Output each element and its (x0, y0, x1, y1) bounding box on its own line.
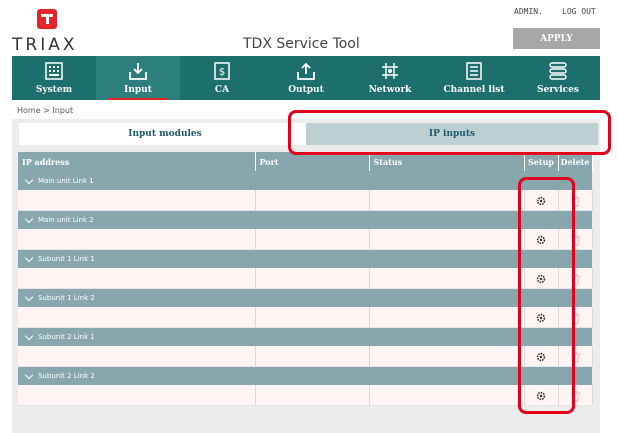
nav-item-ca[interactable]: $ CA (180, 56, 264, 100)
group-row[interactable]: Subunit 1 Link 2 (18, 288, 592, 307)
system-icon (45, 62, 63, 80)
nav-item-services[interactable]: Services (516, 56, 600, 100)
trash-icon[interactable] (570, 312, 581, 324)
gear-icon[interactable] (535, 273, 547, 285)
column-ip-address: IP address (18, 152, 256, 171)
column-status: Status (369, 152, 525, 171)
nav-label-ca: CA (214, 85, 230, 95)
group-row[interactable]: Subunit 2 Link 2 (18, 366, 592, 385)
nav-item-network[interactable]: Network (348, 56, 432, 100)
table-row (18, 190, 593, 211)
nav-label-network: Network (368, 85, 412, 95)
column-setup: Setup (524, 152, 559, 171)
nav-label-channel-list: Channel list (443, 85, 505, 95)
breadcrumb: Home > Input (17, 106, 74, 115)
nav-item-channel-list[interactable]: Channel list (432, 56, 516, 100)
chevron-down-icon (24, 253, 34, 262)
group-row[interactable]: Main unit Link 2 (18, 210, 592, 229)
trash-icon[interactable] (570, 351, 581, 363)
ca-icon: $ (214, 62, 230, 80)
column-port: Port (255, 152, 370, 171)
services-icon (549, 62, 567, 80)
nav-item-system[interactable]: System (12, 56, 96, 100)
ip-inputs-table: IP address Port Status Setup Delete Main… (18, 152, 593, 406)
table-row (18, 307, 593, 328)
logo-text: TRIAX (12, 35, 78, 55)
group-label: Main unit Link 2 (38, 215, 94, 224)
group-label: Subunit 2 Link 2 (38, 371, 95, 380)
channel-list-icon (466, 62, 482, 80)
nav-label-input: Input (124, 85, 152, 95)
chevron-down-icon (24, 331, 34, 340)
nav-label-output: Output (288, 85, 324, 95)
tab-input-modules[interactable]: Input modules (19, 123, 311, 145)
gear-icon[interactable] (535, 312, 547, 324)
logout-link[interactable]: LOG OUT (562, 7, 596, 16)
apply-button[interactable]: APPLY (513, 28, 600, 49)
group-row[interactable]: Subunit 1 Link 1 (18, 249, 592, 268)
group-label: Subunit 1 Link 1 (38, 254, 95, 263)
column-delete: Delete (558, 152, 593, 171)
trash-icon[interactable] (570, 390, 581, 402)
group-label: Main unit Link 1 (38, 176, 94, 185)
input-icon (129, 63, 147, 80)
main-nav: System Input $ CA Output Network Channel… (12, 56, 600, 100)
trash-icon[interactable] (570, 195, 581, 207)
group-row[interactable]: Subunit 2 Link 1 (18, 327, 592, 346)
chevron-down-icon (24, 370, 34, 379)
chevron-down-icon (24, 292, 34, 301)
table-header-row: IP address Port Status Setup Delete (18, 152, 593, 171)
svg-text:$: $ (219, 67, 225, 78)
group-label: Subunit 1 Link 2 (38, 293, 95, 302)
table-row (18, 229, 593, 250)
gear-icon[interactable] (535, 195, 547, 207)
gear-icon[interactable] (535, 351, 547, 363)
group-label: Subunit 2 Link 1 (38, 332, 95, 341)
gear-icon[interactable] (535, 390, 547, 402)
nav-label-services: Services (537, 85, 579, 95)
trash-icon[interactable] (570, 273, 581, 285)
app-title: TDX Service Tool (243, 36, 360, 52)
network-icon (382, 63, 398, 79)
group-row[interactable]: Main unit Link 1 (18, 171, 592, 190)
chevron-down-icon (24, 214, 34, 223)
nav-item-output[interactable]: Output (264, 56, 348, 100)
triax-logo-icon (37, 9, 57, 29)
trash-icon[interactable] (570, 234, 581, 246)
table-row (18, 268, 593, 289)
chevron-down-icon (24, 175, 34, 184)
output-icon (297, 62, 315, 80)
table-row (18, 346, 593, 367)
nav-label-system: System (35, 85, 73, 95)
nav-item-input[interactable]: Input (96, 56, 180, 100)
gear-icon[interactable] (535, 234, 547, 246)
tab-ip-inputs[interactable]: IP inputs (306, 123, 598, 145)
admin-link[interactable]: ADMIN. (514, 7, 543, 16)
table-row (18, 385, 593, 406)
